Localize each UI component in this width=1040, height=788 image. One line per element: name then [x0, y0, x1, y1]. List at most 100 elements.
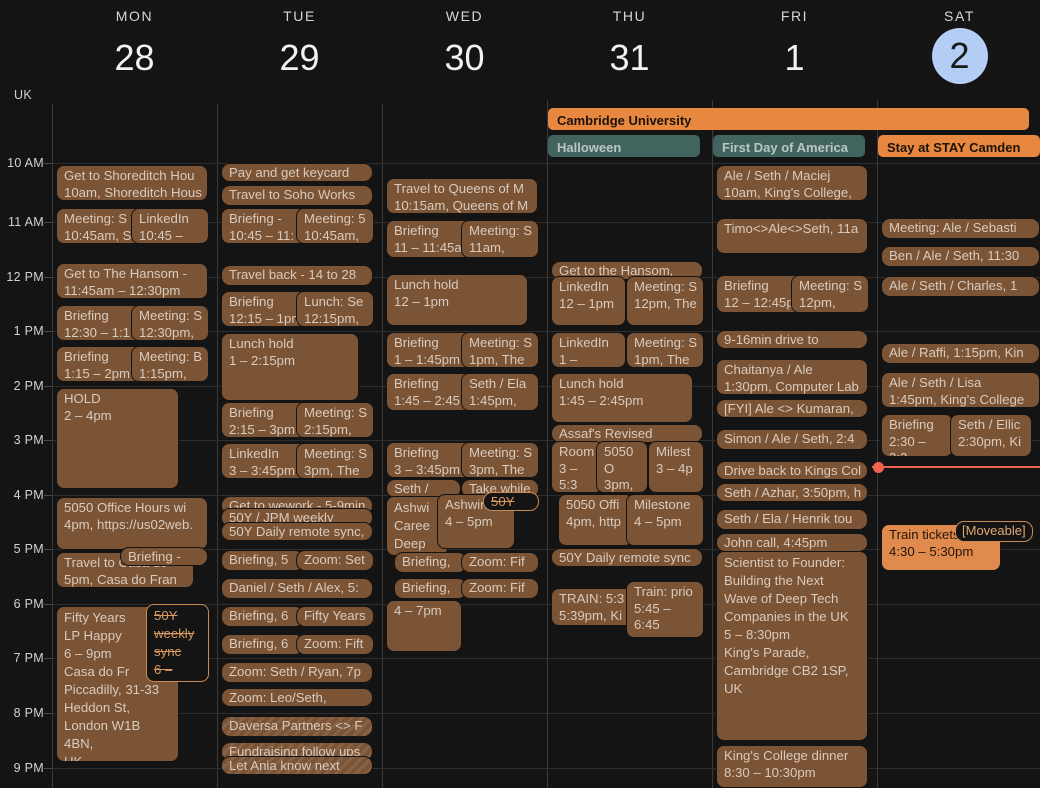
event-details: 10:45 – 11: — [139, 227, 183, 243]
all-day-event[interactable]: Stay at STAY Camden — [878, 135, 1040, 157]
calendar-event[interactable]: Get to Shoreditch Hou 10am, Shoreditch Ho… — [56, 165, 208, 201]
day-number[interactable]: 31 — [547, 32, 712, 84]
all-day-event[interactable]: Cambridge University — [548, 108, 1029, 130]
calendar-event[interactable]: LinkedIn 12 – 1pm — [551, 276, 626, 326]
calendar-event[interactable]: Briefing, — [394, 552, 467, 573]
moveable-badge[interactable]: [Moveable] — [955, 521, 1033, 542]
calendar-event[interactable]: Briefing, 6 — [221, 634, 304, 655]
calendar-event[interactable]: Seth / Ellic 2:30pm, Ki — [950, 414, 1032, 457]
day-header-wed[interactable]: WED 30 — [382, 0, 547, 96]
all-day-event[interactable]: First Day of America — [713, 135, 865, 157]
calendar-event[interactable]: Seth / Azhar, 3:50pm, h — [716, 483, 868, 502]
calendar-event[interactable]: 5050 Offi 4pm, http — [558, 494, 633, 546]
calendar-event[interactable]: Travel to Soho Works — [221, 185, 373, 206]
calendar-event[interactable]: Ale / Seth / Maciej 10am, King's College,… — [716, 165, 868, 201]
calendar-event[interactable]: Meeting: Ale / Sebasti — [881, 218, 1040, 239]
calendar-event[interactable]: [FYI] Ale <> Kumaran, — [716, 399, 868, 418]
calendar-event[interactable]: Train: prio 5:45 – 6:45 — [626, 581, 704, 638]
calendar-event[interactable]: Briefing2:30 – 3:3 — [881, 414, 953, 457]
calendar-event[interactable]: John call, 4:45pm — [716, 533, 868, 552]
calendar-event[interactable]: Briefing - — [120, 547, 208, 566]
calendar-event[interactable]: Ale / Raffi, 1:15pm, Kin — [881, 343, 1040, 364]
cancelled-event[interactable]: 50Y weekly sync 6 – 7:30pm — [146, 604, 209, 682]
calendar-event[interactable]: Seth / Ela / Henrik tou — [716, 509, 868, 530]
event-title: Seth / Ela — [469, 376, 527, 391]
event-title: Meeting: S — [469, 445, 533, 460]
calendar-event[interactable]: Pay and get keycard up — [221, 163, 373, 182]
calendar-event[interactable]: Lunch hold 1 – 2:15pm — [221, 333, 359, 401]
calendar-event[interactable]: Zoom: Set — [296, 550, 374, 571]
calendar-event[interactable]: Ben / Ale / Seth, 11:30 — [881, 246, 1040, 267]
calendar-event[interactable]: LinkedIn10:45 – 11: — [131, 208, 209, 244]
event-title: Briefing — [394, 376, 439, 391]
event-title: 50Y Daily remote sync, — [229, 524, 365, 539]
calendar-event[interactable]: Ale / Seth / Charles, 1 — [881, 276, 1040, 297]
day-header-sat[interactable]: SAT 2 — [877, 0, 1040, 96]
calendar-event[interactable]: Ale / Seth / Lisa 1:45pm, King's College — [881, 372, 1040, 408]
calendar-event[interactable]: Briefing, 5 — [221, 550, 304, 571]
day-header-fri[interactable]: FRI 1 — [712, 0, 877, 96]
calendar-event[interactable]: Seth / Ela1:45pm, Th — [461, 373, 539, 411]
calendar-event[interactable]: Scientist to Founder: Building the Next W… — [716, 551, 868, 741]
calendar-event[interactable]: 4 – 7pm — [386, 600, 462, 652]
calendar-event[interactable]: Daniel / Seth / Alex, 5: — [221, 578, 373, 599]
event-details: 1 – 1:45pm — [394, 351, 460, 367]
calendar-event[interactable]: Fifty Years — [296, 606, 374, 627]
event-title: Let Ania know next step — [229, 758, 340, 773]
calendar-event[interactable]: Drive back to Kings Col — [716, 461, 868, 480]
day-number[interactable]: 30 — [382, 32, 547, 84]
calendar-event[interactable]: Chaitanya / Ale 1:30pm, Computer Lab — [716, 359, 868, 395]
day-number[interactable]: 2 — [931, 28, 988, 84]
calendar-event[interactable]: 5050 O3pm, h — [596, 441, 648, 493]
calendar-event[interactable]: 5050 Office Hours wi 4pm, https://us02web… — [56, 497, 208, 550]
calendar-event[interactable]: Briefing, 6 — [221, 606, 304, 627]
calendar-event[interactable]: Meeting: S11am, Quee — [461, 220, 539, 258]
day-header-tue[interactable]: TUE 29 — [217, 0, 382, 96]
calendar-event[interactable]: Let Ania know next step — [221, 756, 373, 775]
calendar-event[interactable]: Lunch hold 12 – 1pm — [386, 274, 528, 326]
calendar-event[interactable]: Travel to Queens of M 10:15am, Queens of … — [386, 178, 538, 214]
calendar-event[interactable]: Simon / Ale / Seth, 2:4 — [716, 429, 868, 450]
calendar-event[interactable]: 50Y Daily remote sync — [551, 548, 703, 567]
calendar-event[interactable]: Zoom: Fif — [461, 578, 539, 599]
calendar-event[interactable]: Zoom: Leo/Seth, 7:30pm — [221, 688, 373, 707]
calendar-event[interactable]: Lunch hold 1:45 – 2:45pm — [551, 373, 693, 423]
calendar-event[interactable]: Meeting: S12:30pm, T — [131, 305, 209, 341]
calendar-event[interactable]: 9-16min drive to William — [716, 330, 868, 349]
calendar-event[interactable]: LinkedIn1 – 1:45pm — [551, 332, 626, 368]
calendar-event[interactable]: Briefing, — [394, 578, 467, 599]
calendar-event[interactable]: Meeting: S 12pm, The — [626, 276, 704, 326]
calendar-event[interactable]: HOLD 2 – 4pm — [56, 388, 179, 489]
event-details: 8:30 – 10:30pm — [724, 764, 816, 780]
cancelled-event[interactable]: 50Y Da — [483, 492, 539, 511]
calendar-event[interactable]: Daversa Partners <> F — [221, 716, 373, 737]
day-number[interactable]: 28 — [52, 32, 217, 84]
calendar-week-view[interactable]: MON 28 TUE 29 WED 30 THU 31 FRI 1 SAT 2 UK 10 AM 11 AM… — [0, 0, 1040, 788]
calendar-event[interactable]: Lunch: Se12:15pm, T — [296, 291, 374, 327]
calendar-event[interactable]: Meeting: B1:15pm, Th — [131, 346, 209, 382]
calendar-event[interactable]: Travel back - 14 to 28 — [221, 265, 373, 286]
day-number[interactable]: 29 — [217, 32, 382, 84]
calendar-event[interactable]: Meeting: S1pm, The H — [461, 332, 539, 368]
event-title: Ale / Raffi, 1:15pm, Kin — [889, 345, 1024, 360]
day-number[interactable]: 1 — [712, 32, 877, 84]
calendar-event[interactable]: Get to The Hansom - 11:45am – 12:30pm — [56, 263, 208, 299]
day-header-thu[interactable]: THU 31 — [547, 0, 712, 96]
calendar-event[interactable]: Timo<>Ale<>Seth, 11a — [716, 218, 868, 254]
day-header-mon[interactable]: MON 28 — [52, 0, 217, 96]
calendar-event[interactable]: Zoom: Fift — [296, 634, 374, 655]
calendar-event[interactable]: Milestone 4 – 5pm — [626, 494, 704, 546]
calendar-event[interactable]: Milest 3 – 4p — [648, 441, 704, 493]
calendar-event[interactable]: 50Y Daily remote sync, — [221, 522, 373, 541]
event-title: Meeting: S — [64, 211, 128, 226]
calendar-event[interactable]: Meeting: S12pm, King — [791, 275, 869, 313]
all-day-event[interactable]: Halloween — [548, 135, 700, 157]
calendar-event[interactable]: Zoom: Seth / Ryan, 7p — [221, 662, 373, 683]
calendar-event[interactable]: Meeting: S 3pm, The — [296, 443, 374, 479]
calendar-event[interactable]: Zoom: Fif — [461, 552, 539, 573]
calendar-event[interactable]: Meeting: S3pm, The H — [461, 442, 539, 478]
calendar-event[interactable]: Meeting: S1pm, The H — [626, 332, 704, 368]
calendar-event[interactable]: Meeting: 510:45am, S — [296, 208, 374, 244]
calendar-event[interactable]: King's College dinner 8:30 – 10:30pm — [716, 745, 868, 788]
calendar-event[interactable]: Meeting: S2:15pm, Th — [296, 402, 374, 438]
